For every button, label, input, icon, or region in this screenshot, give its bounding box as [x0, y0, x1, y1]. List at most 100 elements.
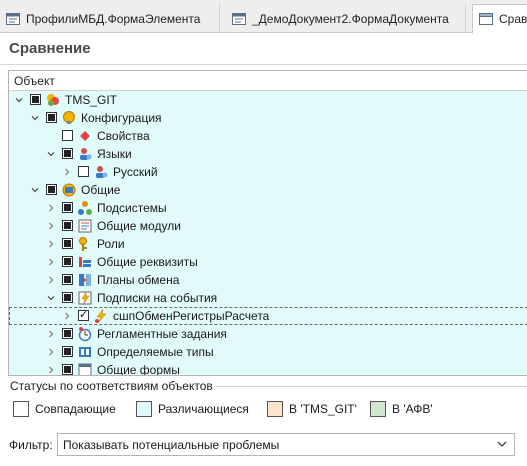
tree-row-tms-git[interactable]: TMS_GIT — [9, 91, 527, 109]
expanded-chevron-icon[interactable] — [15, 91, 23, 109]
row-checkbox[interactable] — [30, 94, 41, 105]
defined-types-icon — [77, 344, 93, 360]
chevron-down-icon[interactable] — [497, 438, 507, 448]
tree-row-event-subscriptions[interactable]: Подписки на события — [9, 289, 527, 307]
tree-row-configuration[interactable]: Конфигурация — [9, 109, 527, 127]
common-icon — [61, 182, 77, 198]
row-checkbox[interactable] — [62, 130, 73, 141]
tree-row-label: Подписки на события — [97, 291, 218, 305]
expanded-chevron-icon[interactable] — [47, 145, 55, 163]
expanded-chevron-icon[interactable] — [31, 109, 39, 127]
tree-row-subsystems[interactable]: Подсистемы — [9, 199, 527, 217]
common-forms-icon — [77, 362, 93, 375]
collapsed-chevron-icon[interactable] — [47, 361, 55, 375]
divider — [0, 64, 527, 65]
row-checkbox[interactable] — [62, 256, 73, 267]
legend-title: Статусы по соответствиям объектов — [8, 379, 216, 393]
row-checkbox[interactable] — [78, 308, 89, 321]
filter-select[interactable]: Показывать потенциальные проблемы — [57, 433, 515, 456]
legend-label: Совпадающие — [35, 402, 116, 416]
tree-row-event-subscription-selected[interactable]: сшпОбменРегистрыРасчета — [9, 307, 527, 325]
legend-label: В 'АФВ' — [392, 402, 433, 416]
tree-row-label: сшпОбменРегистрыРасчета — [113, 309, 270, 323]
tree-row-label: Планы обмена — [97, 273, 180, 287]
legend-item-matching: Совпадающие — [13, 401, 116, 417]
collapsed-chevron-icon[interactable] — [47, 199, 55, 217]
common-attributes-icon — [77, 254, 93, 270]
properties-icon — [77, 128, 93, 144]
tab-comparison[interactable]: Сравн — [472, 4, 527, 34]
legend-swatch — [267, 401, 283, 417]
tree-row-label: Языки — [97, 147, 132, 161]
collapsed-chevron-icon[interactable] — [47, 271, 55, 289]
tree-row-label: Регламентные задания — [97, 327, 227, 341]
tree-row-label: Общие — [81, 183, 121, 197]
legend-swatch — [13, 401, 29, 417]
tree-column-header[interactable]: Объект — [9, 71, 527, 91]
collapsed-chevron-icon[interactable] — [63, 307, 71, 325]
event-subscriptions-icon — [77, 290, 93, 306]
legend-item-differing: Различающиеся — [136, 401, 249, 417]
collapsed-chevron-icon[interactable] — [63, 163, 71, 181]
status-legend: Статусы по соответствиям объектов Совпад… — [8, 379, 527, 426]
collapsed-chevron-icon[interactable] — [47, 325, 55, 343]
collapsed-chevron-icon[interactable] — [47, 343, 55, 361]
row-checkbox[interactable] — [62, 148, 73, 159]
roles-icon — [77, 236, 93, 252]
filter-label: Фильтр: — [9, 438, 53, 452]
row-checkbox[interactable] — [62, 274, 73, 285]
collapsed-chevron-icon[interactable] — [47, 217, 55, 235]
languages-icon — [77, 146, 93, 162]
tree-row-scheduled-jobs[interactable]: Регламентные задания — [9, 325, 527, 343]
language-icon — [93, 164, 109, 180]
row-checkbox[interactable] — [62, 220, 73, 231]
tree-row-common-attributes[interactable]: Общие реквизиты — [9, 253, 527, 271]
tree-row-label: Роли — [97, 237, 125, 251]
tree-row-properties[interactable]: Свойства — [9, 127, 527, 145]
row-checkbox[interactable] — [46, 184, 57, 195]
tree-row-defined-types[interactable]: Определяемые типы — [9, 343, 527, 361]
tree-row-exchange-plans[interactable]: Планы обмена — [9, 271, 527, 289]
row-checkbox[interactable] — [78, 166, 89, 177]
expanded-chevron-icon[interactable] — [47, 289, 55, 307]
tree-row-label: Русский — [113, 165, 158, 179]
tree-row-common-modules[interactable]: Общие модули — [9, 217, 527, 235]
window-icon — [479, 13, 493, 25]
tab-label: ПрофилиМБД.ФормаЭлемента — [26, 11, 201, 26]
tab-profili-mbd[interactable]: ПрофилиМБД.ФормаЭлемента — [0, 4, 220, 33]
tree-row-label: Общие формы — [97, 363, 180, 376]
legend-label: В 'TMS_GIT' — [289, 402, 357, 416]
tree-row-common-forms[interactable]: Общие формы — [9, 361, 527, 376]
tab-label: _ДемоДокумент2.ФормаДокумента — [252, 11, 449, 26]
legend-label: Различающиеся — [158, 402, 249, 416]
row-checkbox[interactable] — [62, 364, 73, 375]
row-checkbox[interactable] — [62, 292, 73, 303]
row-checkbox[interactable] — [46, 112, 57, 123]
row-checkbox[interactable] — [62, 328, 73, 339]
configuration-icon — [61, 110, 77, 126]
collapsed-chevron-icon[interactable] — [47, 235, 55, 253]
expanded-chevron-icon[interactable] — [31, 181, 39, 199]
tab-label: Сравн — [499, 12, 527, 26]
tree-row-label: TMS_GIT — [65, 93, 118, 107]
row-checkbox[interactable] — [62, 238, 73, 249]
form-icon — [6, 12, 20, 25]
tree-row-label: Свойства — [97, 129, 150, 143]
tree-row-russian[interactable]: Русский — [9, 163, 527, 181]
collapsed-chevron-icon[interactable] — [47, 253, 55, 271]
row-checkbox[interactable] — [62, 202, 73, 213]
scheduled-jobs-icon — [77, 326, 93, 342]
legend-item-in-tms-git: В 'TMS_GIT' — [267, 401, 357, 417]
event-subscription-icon — [93, 308, 109, 324]
tree-row-label: Общие реквизиты — [97, 255, 198, 269]
exchange-plans-icon — [77, 272, 93, 288]
legend-item-in-afv: В 'АФВ' — [370, 401, 433, 417]
tree-row-common[interactable]: Общие — [9, 181, 527, 199]
tree-row-label: Подсистемы — [97, 201, 167, 215]
tab-demo-document[interactable]: _ДемоДокумент2.ФормаДокумента — [226, 4, 466, 33]
comparison-tree[interactable]: Объект TMS_GIT Конфигурация Свойства Язы… — [8, 70, 527, 376]
row-checkbox[interactable] — [62, 346, 73, 357]
tree-row-languages[interactable]: Языки — [9, 145, 527, 163]
tree-row-roles[interactable]: Роли — [9, 235, 527, 253]
page-title: Сравнение — [9, 40, 91, 57]
